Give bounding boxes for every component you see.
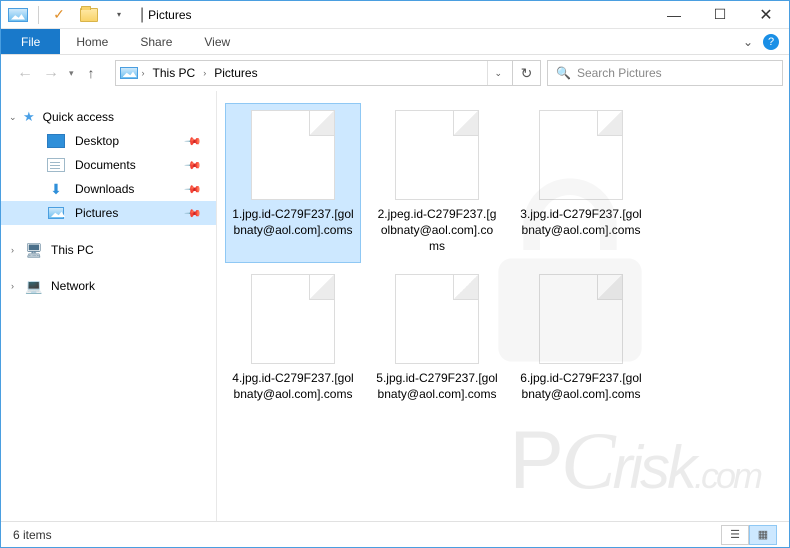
breadcrumb-root[interactable]: This PC bbox=[149, 64, 200, 82]
file-name: 6.jpg.id-C279F237.[golbnaty@aol.com].com… bbox=[518, 370, 644, 402]
sidebar-item-label: Documents bbox=[75, 158, 136, 172]
search-placeholder: Search Pictures bbox=[577, 66, 662, 80]
pin-icon: 📌 bbox=[184, 156, 203, 175]
file-icon bbox=[395, 110, 479, 200]
file-name: 3.jpg.id-C279F237.[golbnaty@aol.com].com… bbox=[518, 206, 644, 238]
pin-icon: 📌 bbox=[184, 132, 203, 151]
file-item[interactable]: 2.jpeg.id-C279F237.[golbnaty@aol.com].co… bbox=[369, 103, 505, 263]
search-input[interactable]: 🔍 Search Pictures bbox=[547, 60, 783, 86]
star-icon: ★ bbox=[23, 109, 35, 125]
chevron-right-icon[interactable]: › bbox=[203, 68, 206, 78]
file-name: 5.jpg.id-C279F237.[golbnaty@aol.com].com… bbox=[374, 370, 500, 402]
search-icon: 🔍 bbox=[556, 66, 571, 80]
location-icon bbox=[120, 67, 138, 79]
file-icon bbox=[395, 274, 479, 364]
qat-new-folder-icon[interactable] bbox=[76, 4, 102, 26]
file-name: 4.jpg.id-C279F237.[golbnaty@aol.com].com… bbox=[230, 370, 356, 402]
chevron-right-icon[interactable]: › bbox=[142, 68, 145, 78]
pin-icon: 📌 bbox=[184, 204, 203, 223]
file-tab[interactable]: File bbox=[1, 29, 60, 54]
view-details-button[interactable]: ☰ bbox=[721, 525, 749, 545]
ribbon: File Home Share View ⌄ ? bbox=[1, 29, 789, 55]
file-icon bbox=[251, 110, 335, 200]
view-thumbnails-button[interactable]: ▦ bbox=[749, 525, 777, 545]
file-name: 2.jpeg.id-C279F237.[golbnaty@aol.com].co… bbox=[374, 206, 500, 255]
sidebar: ⌄ ★ Quick access Desktop 📌 Documents 📌 ⬇… bbox=[1, 91, 217, 521]
app-icon bbox=[5, 4, 31, 26]
expand-ribbon-icon[interactable]: ⌄ bbox=[743, 35, 753, 49]
pc-icon: 🖥 bbox=[25, 243, 43, 257]
status-item-count: 6 items bbox=[13, 528, 52, 542]
sidebar-item-documents[interactable]: Documents 📌 bbox=[1, 153, 216, 177]
address-bar[interactable]: › This PC › Pictures ⌄ bbox=[115, 60, 513, 86]
back-button[interactable]: ← bbox=[13, 60, 37, 86]
sidebar-label: Network bbox=[51, 279, 95, 293]
chevron-right-icon[interactable]: › bbox=[11, 245, 14, 255]
file-icon bbox=[251, 274, 335, 364]
minimize-button[interactable]: — bbox=[651, 1, 697, 29]
file-item[interactable]: 3.jpg.id-C279F237.[golbnaty@aol.com].com… bbox=[513, 103, 649, 263]
sidebar-this-pc[interactable]: › 🖥 This PC bbox=[1, 239, 216, 261]
history-dropdown-icon[interactable]: ▾ bbox=[65, 64, 78, 83]
file-pane[interactable]: 1.jpg.id-C279F237.[golbnaty@aol.com].com… bbox=[217, 91, 789, 521]
sidebar-item-label: Pictures bbox=[75, 206, 118, 220]
sidebar-item-desktop[interactable]: Desktop 📌 bbox=[1, 129, 216, 153]
window-title: Pictures bbox=[148, 8, 191, 22]
close-button[interactable]: ✕ bbox=[743, 1, 789, 29]
sidebar-label: Quick access bbox=[43, 110, 114, 124]
up-button[interactable]: ↑ bbox=[80, 61, 103, 85]
file-item[interactable]: 6.jpg.id-C279F237.[golbnaty@aol.com].com… bbox=[513, 267, 649, 427]
status-bar: 6 items ☰ ▦ bbox=[1, 521, 789, 547]
sidebar-item-label: Desktop bbox=[75, 134, 119, 148]
tab-share[interactable]: Share bbox=[124, 29, 188, 54]
address-dropdown-icon[interactable]: ⌄ bbox=[487, 61, 508, 85]
maximize-button[interactable]: ☐ bbox=[697, 1, 743, 29]
file-item[interactable]: 4.jpg.id-C279F237.[golbnaty@aol.com].com… bbox=[225, 267, 361, 427]
help-icon[interactable]: ? bbox=[763, 34, 779, 50]
sidebar-network[interactable]: › 💻 Network bbox=[1, 275, 216, 297]
file-item[interactable]: 5.jpg.id-C279F237.[golbnaty@aol.com].com… bbox=[369, 267, 505, 427]
pin-icon: 📌 bbox=[184, 180, 203, 199]
file-item[interactable]: 1.jpg.id-C279F237.[golbnaty@aol.com].com… bbox=[225, 103, 361, 263]
desktop-icon bbox=[47, 134, 65, 148]
qat-dropdown-icon[interactable]: ▾ bbox=[106, 4, 132, 26]
sidebar-item-pictures[interactable]: Pictures 📌 bbox=[1, 201, 216, 225]
tab-view[interactable]: View bbox=[188, 29, 246, 54]
forward-button[interactable]: → bbox=[39, 60, 63, 86]
chevron-down-icon[interactable]: ⌄ bbox=[9, 112, 17, 123]
file-icon bbox=[539, 274, 623, 364]
tab-home[interactable]: Home bbox=[60, 29, 124, 54]
network-icon: 💻 bbox=[25, 279, 43, 293]
sidebar-quick-access[interactable]: ⌄ ★ Quick access bbox=[1, 105, 216, 129]
chevron-right-icon[interactable]: › bbox=[11, 281, 14, 291]
title-bar: ✓ ▾ | Pictures — ☐ ✕ bbox=[1, 1, 789, 29]
pictures-icon bbox=[47, 206, 65, 220]
refresh-button[interactable]: ↻ bbox=[513, 60, 541, 86]
downloads-icon: ⬇ bbox=[47, 182, 65, 196]
nav-bar: ← → ▾ ↑ › This PC › Pictures ⌄ ↻ 🔍 Searc… bbox=[1, 55, 789, 91]
file-name: 1.jpg.id-C279F237.[golbnaty@aol.com].com… bbox=[230, 206, 356, 238]
breadcrumb-current[interactable]: Pictures bbox=[210, 64, 261, 82]
documents-icon bbox=[47, 158, 65, 172]
sidebar-label: This PC bbox=[51, 243, 94, 257]
qat-properties-icon[interactable]: ✓ bbox=[46, 4, 72, 26]
sidebar-item-label: Downloads bbox=[75, 182, 134, 196]
file-icon bbox=[539, 110, 623, 200]
sidebar-item-downloads[interactable]: ⬇ Downloads 📌 bbox=[1, 177, 216, 201]
